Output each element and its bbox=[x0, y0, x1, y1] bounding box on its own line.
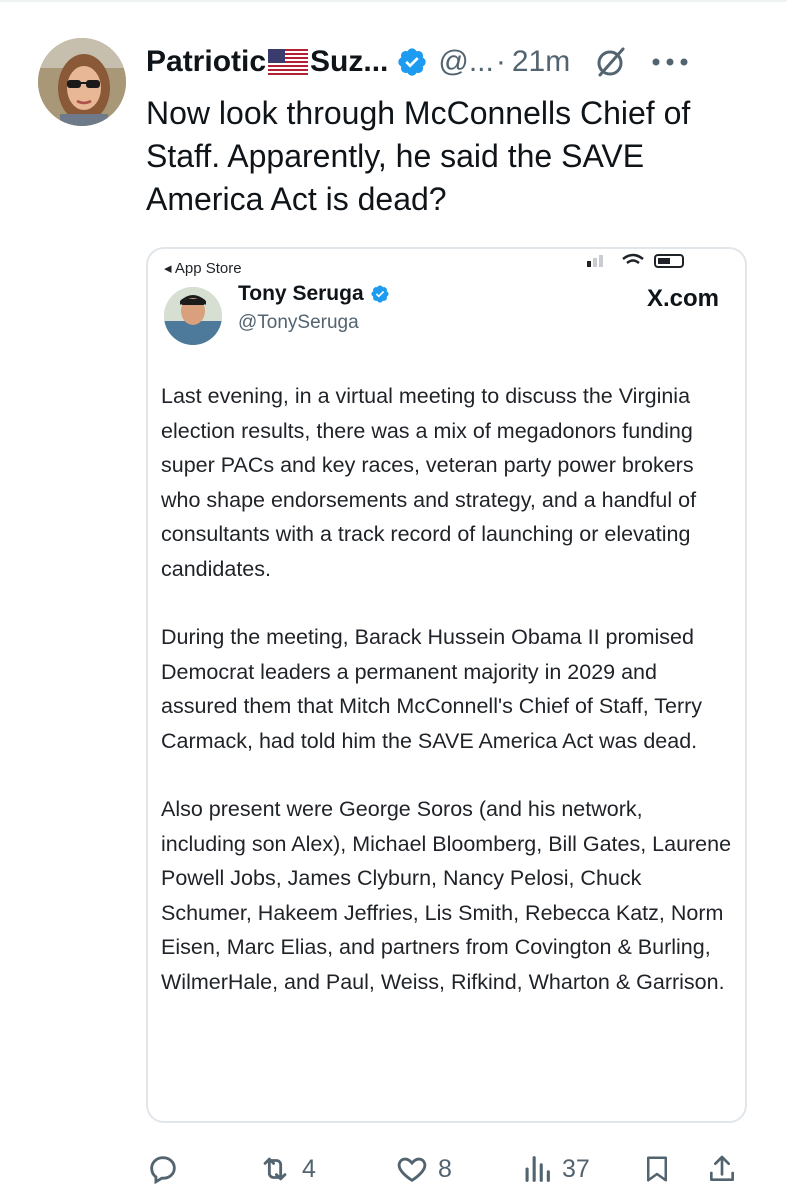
timestamp[interactable]: 21m bbox=[512, 45, 570, 79]
app-store-label: ◂ App Store bbox=[164, 260, 242, 277]
status-bar-icons bbox=[587, 253, 684, 268]
us-flag-icon bbox=[268, 49, 309, 75]
app-store-back[interactable]: ◂ App Store bbox=[164, 259, 242, 277]
repost-button[interactable]: 4 bbox=[256, 1152, 316, 1186]
like-count: 8 bbox=[438, 1154, 452, 1183]
embedded-screenshot[interactable]: ◂ App Store Tony Seruga @TonySeruga X.co… bbox=[146, 247, 747, 1123]
more-options-icon[interactable] bbox=[650, 56, 690, 68]
verified-badge-icon bbox=[371, 285, 389, 303]
author-handle[interactable]: @... bbox=[438, 45, 493, 79]
embedded-paragraph: Last evening, in a virtual meeting to di… bbox=[161, 384, 697, 581]
share-icon bbox=[710, 1155, 734, 1181]
tweet-text: Now look through McConnells Chief of Sta… bbox=[146, 95, 691, 217]
verified-badge-icon bbox=[398, 48, 427, 76]
time-separator: · bbox=[495, 45, 506, 78]
like-button[interactable]: 8 bbox=[394, 1152, 452, 1186]
x-brand-label: X.com bbox=[646, 285, 719, 312]
tweet-header: Patriotic Suz... @... · 21m bbox=[146, 40, 761, 84]
grok-icon[interactable] bbox=[594, 45, 628, 79]
views-button[interactable]: 37 bbox=[520, 1152, 590, 1186]
view-count: 37 bbox=[562, 1154, 590, 1183]
heart-icon bbox=[397, 1157, 427, 1182]
display-name-end: Suz... bbox=[310, 45, 389, 78]
share-button[interactable] bbox=[706, 1152, 738, 1186]
repost-count: 4 bbox=[302, 1154, 316, 1183]
embedded-author-name-text: Tony Seruga bbox=[238, 282, 364, 305]
embedded-tweet-body: Last evening, in a virtual meeting to di… bbox=[161, 379, 733, 1033]
reply-button[interactable] bbox=[146, 1152, 180, 1186]
tweet-actions: 4 8 37 bbox=[146, 1152, 746, 1192]
author-avatar[interactable] bbox=[38, 38, 126, 126]
repost-icon bbox=[263, 1157, 287, 1181]
display-name-start: Patriotic bbox=[146, 45, 267, 78]
embedded-paragraph: Also present were George Soros (and his … bbox=[161, 797, 732, 994]
embedded-author-avatar bbox=[164, 287, 222, 345]
reply-icon bbox=[150, 1156, 176, 1185]
top-divider bbox=[0, 0, 787, 2]
bookmark-button[interactable] bbox=[642, 1152, 672, 1186]
embedded-author-name: Tony Seruga bbox=[238, 282, 390, 306]
analytics-icon bbox=[525, 1156, 550, 1182]
bookmark-icon bbox=[647, 1156, 667, 1182]
display-name[interactable]: Patriotic Suz... bbox=[146, 45, 388, 79]
embedded-paragraph: During the meeting, Barack Hussein Obama… bbox=[161, 625, 703, 753]
embedded-author-handle: @TonySeruga bbox=[238, 312, 359, 333]
